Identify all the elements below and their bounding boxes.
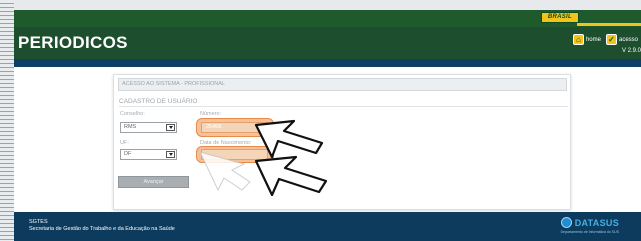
numero-label: Número: xyxy=(200,111,222,117)
site-footer: SGTES Secretaria de Gestão do Trabalho e… xyxy=(14,212,641,241)
datasus-subtitle: Departamento de Informática do SUS xyxy=(560,230,619,234)
datasus-logo[interactable]: DATASUS xyxy=(560,217,619,228)
version-label: V 2.9.0 xyxy=(621,48,641,54)
section-divider xyxy=(119,106,568,107)
conselho-label: Conselho: xyxy=(120,111,145,117)
check-icon[interactable]: ✓ xyxy=(605,34,617,45)
conselho-select[interactable]: RMS xyxy=(120,122,177,133)
page-title: PERIODICOS xyxy=(18,33,128,52)
conselho-value: RMS xyxy=(124,124,137,130)
datasus-logo-icon xyxy=(560,217,572,228)
footer-org: SGTES xyxy=(29,219,48,225)
uf-label: UF: xyxy=(120,140,129,146)
pointer-cursor-icon xyxy=(254,155,328,197)
login-panel: ACESSO AO SISTEMA - PROFISSIONAL CADASTR… xyxy=(113,74,571,210)
nav-bar xyxy=(14,59,641,67)
uf-select[interactable]: DF xyxy=(120,149,177,160)
datasus-logo-text: DATASUS xyxy=(574,217,619,228)
top-strip xyxy=(14,0,641,10)
uf-value: DF xyxy=(124,151,132,157)
footer-org-full: Secretaria de Gestão do Trabalho e da Ed… xyxy=(29,226,175,232)
left-gutter xyxy=(0,0,14,241)
advance-button[interactable]: Avançar xyxy=(118,176,189,188)
chevron-down-icon[interactable] xyxy=(166,124,175,131)
site-header: PERIODICOS ⌂ home ✓ acesso V 2.9.0 xyxy=(14,27,641,59)
panel-title: ACESSO AO SISTEMA - PROFISSIONAL xyxy=(118,78,567,91)
home-icon[interactable]: ⌂ xyxy=(572,34,584,45)
brasil-badge[interactable]: BRASIL xyxy=(540,12,579,23)
brasil-badge-stripe xyxy=(577,23,641,26)
chevron-down-icon[interactable] xyxy=(166,151,175,158)
main-content: ACESSO AO SISTEMA - PROFISSIONAL CADASTR… xyxy=(14,67,641,212)
section-title: CADASTRO DE USUÁRIO xyxy=(119,98,198,105)
government-bar: BRASIL xyxy=(14,10,641,27)
access-link[interactable]: acesso xyxy=(619,37,638,43)
header-tools: ⌂ home ✓ acesso xyxy=(572,34,641,45)
pointer-cursor-icon xyxy=(199,151,251,192)
home-link[interactable]: home xyxy=(586,37,601,43)
